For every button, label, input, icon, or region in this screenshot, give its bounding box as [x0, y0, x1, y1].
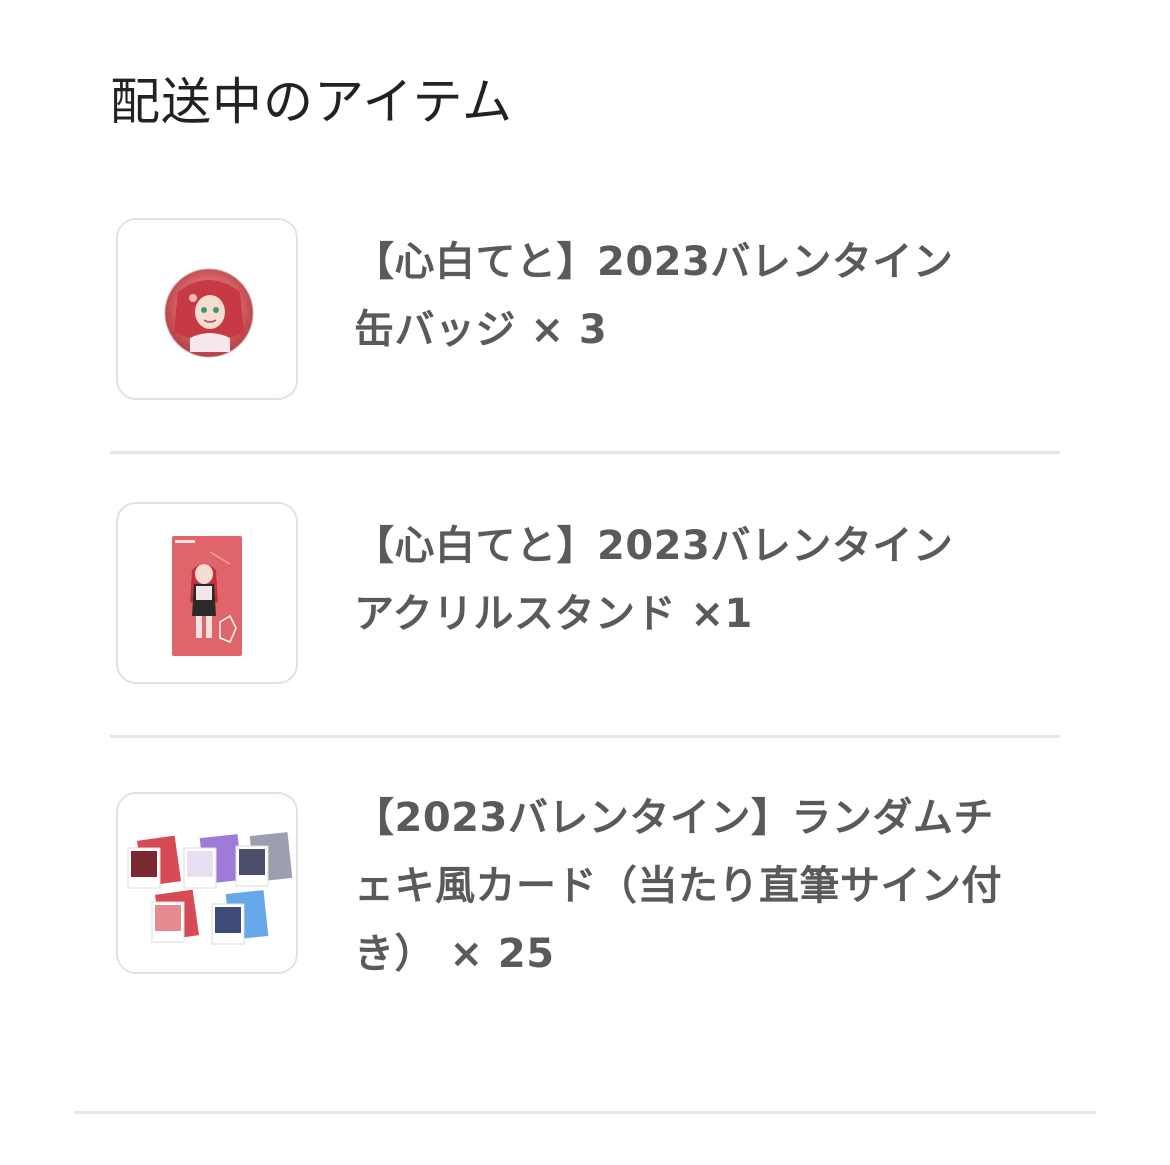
- item-title[interactable]: 【2023バレンタイン】ランダムチェキ風カード（当たり直筆サイン付き） × 25: [354, 784, 1034, 988]
- item-thumbnail[interactable]: [116, 502, 298, 684]
- divider: [110, 735, 1060, 738]
- cheki-cards-image: [127, 832, 293, 945]
- can-badge-image: [164, 268, 254, 358]
- item-title[interactable]: 【心白てと】2023バレンタイン 缶バッジ × 3: [354, 228, 1034, 364]
- list-item[interactable]: 【2023バレンタイン】ランダムチェキ風カード（当たり直筆サイン付き） × 25: [110, 792, 1060, 982]
- acrylic-stand-image: [172, 536, 242, 656]
- section-title: 配送中のアイテム: [110, 73, 513, 131]
- item-name: 【心白てと】2023バレンタイン アクリルスタンド: [354, 523, 994, 637]
- item-title[interactable]: 【心白てと】2023バレンタイン アクリルスタンド ×1: [354, 512, 1034, 648]
- item-name: 【心白てと】2023バレンタイン 缶バッジ: [354, 239, 994, 353]
- item-quantity: × 25: [449, 931, 555, 977]
- item-quantity: × 3: [530, 307, 608, 353]
- divider: [74, 1111, 1096, 1114]
- list-item[interactable]: 【心白てと】2023バレンタイン 缶バッジ × 3: [110, 218, 1060, 404]
- list-item[interactable]: 【心白てと】2023バレンタイン アクリルスタンド ×1: [110, 502, 1060, 688]
- item-thumbnail[interactable]: [116, 218, 298, 400]
- item-quantity: ×1: [690, 591, 753, 637]
- divider: [110, 451, 1060, 454]
- item-thumbnail[interactable]: [116, 792, 298, 974]
